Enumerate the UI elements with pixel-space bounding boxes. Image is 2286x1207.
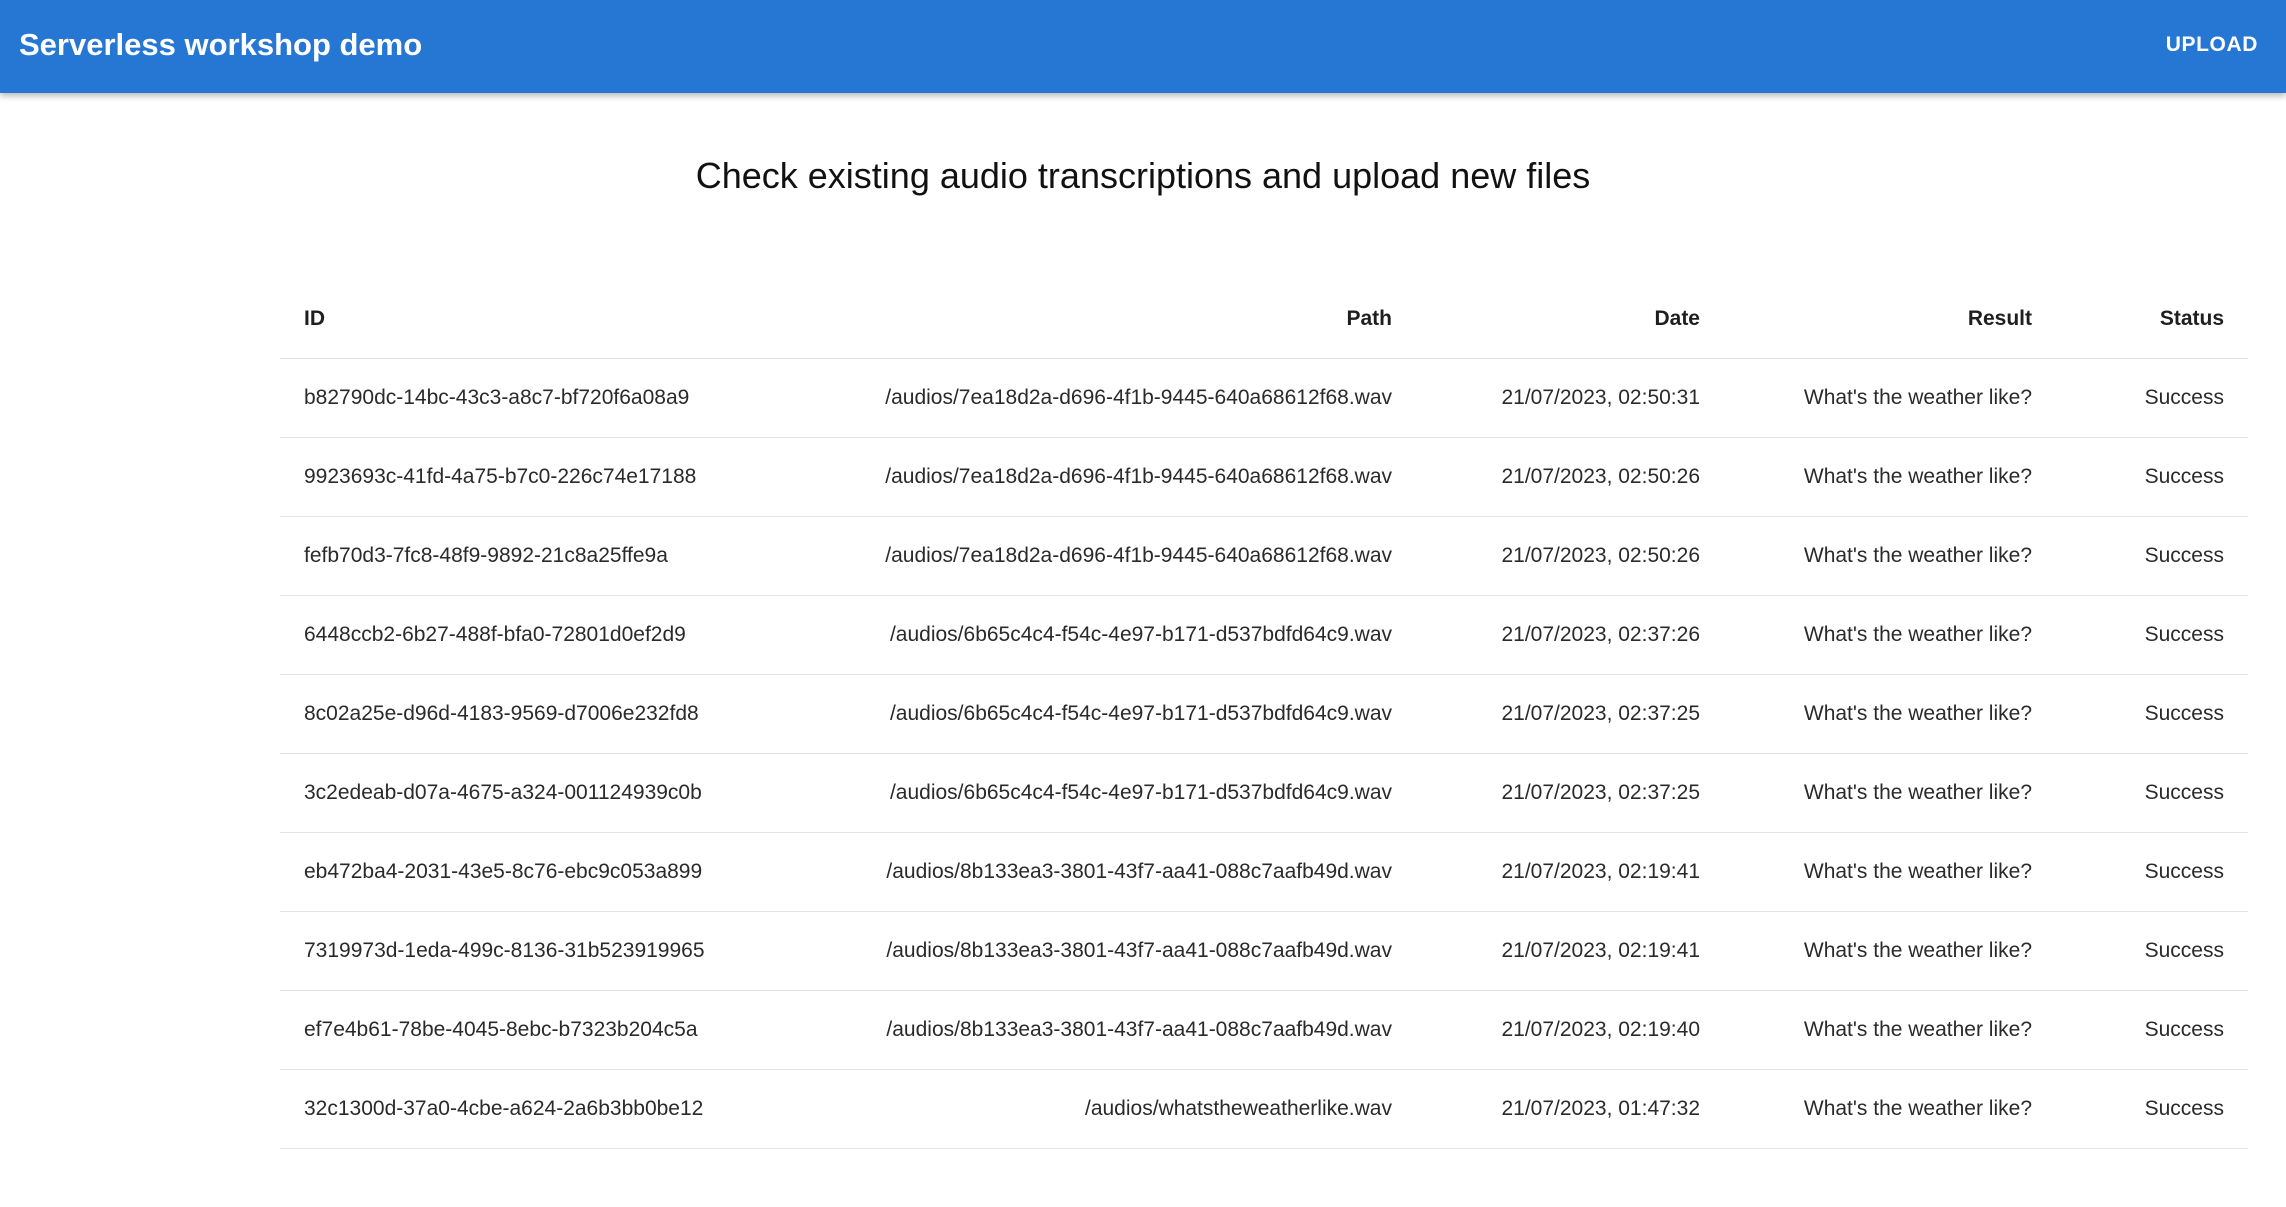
cell-date: 21/07/2023, 02:37:25 [1416, 674, 1724, 754]
cell-id: ef7e4b61-78be-4045-8ebc-b7323b204c5a [280, 990, 778, 1070]
cell-path: /audios/7ea18d2a-d696-4f1b-9445-640a6861… [778, 358, 1416, 438]
cell-id: 9923693c-41fd-4a75-b7c0-226c74e17188 [280, 437, 778, 517]
app-title: Serverless workshop demo [19, 27, 423, 62]
cell-status: Success [2056, 753, 2248, 833]
column-header-result: Result [1724, 280, 2056, 359]
cell-path: /audios/whatstheweatherlike.wav [778, 1069, 1416, 1149]
cell-path: /audios/8b133ea3-3801-43f7-aa41-088c7aaf… [778, 832, 1416, 912]
upload-button[interactable]: UPLOAD [2166, 24, 2258, 66]
cell-date: 21/07/2023, 02:50:26 [1416, 437, 1724, 517]
app-bar: Serverless workshop demo UPLOAD [0, 0, 2286, 93]
cell-result: What's the weather like? [1724, 595, 2056, 675]
cell-status: Success [2056, 911, 2248, 991]
table-row: 6448ccb2-6b27-488f-bfa0-72801d0ef2d9 /au… [280, 595, 2248, 675]
cell-date: 21/07/2023, 02:37:26 [1416, 595, 1724, 675]
table-row: 9923693c-41fd-4a75-b7c0-226c74e17188 /au… [280, 437, 2248, 517]
cell-id: 7319973d-1eda-499c-8136-31b523919965 [280, 911, 778, 991]
column-header-status: Status [2056, 280, 2248, 359]
cell-id: 32c1300d-37a0-4cbe-a624-2a6b3bb0be12 [280, 1069, 778, 1149]
cell-date: 21/07/2023, 02:37:25 [1416, 753, 1724, 833]
table-row: b82790dc-14bc-43c3-a8c7-bf720f6a08a9 /au… [280, 358, 2248, 438]
cell-path: /audios/6b65c4c4-f54c-4e97-b171-d537bdfd… [778, 674, 1416, 754]
cell-status: Success [2056, 516, 2248, 596]
column-header-path: Path [778, 280, 1416, 359]
column-header-id: ID [280, 280, 778, 359]
cell-result: What's the weather like? [1724, 516, 2056, 596]
cell-result: What's the weather like? [1724, 358, 2056, 438]
cell-result: What's the weather like? [1724, 832, 2056, 912]
cell-status: Success [2056, 358, 2248, 438]
cell-path: /audios/7ea18d2a-d696-4f1b-9445-640a6861… [778, 516, 1416, 596]
table-body: b82790dc-14bc-43c3-a8c7-bf720f6a08a9 /au… [280, 358, 2248, 1149]
cell-path: /audios/8b133ea3-3801-43f7-aa41-088c7aaf… [778, 911, 1416, 991]
cell-id: 6448ccb2-6b27-488f-bfa0-72801d0ef2d9 [280, 595, 778, 675]
cell-date: 21/07/2023, 02:19:40 [1416, 990, 1724, 1070]
table-header: ID Path Date Result Status [280, 280, 2248, 359]
table-row: 32c1300d-37a0-4cbe-a624-2a6b3bb0be12 /au… [280, 1069, 2248, 1149]
cell-path: /audios/7ea18d2a-d696-4f1b-9445-640a6861… [778, 437, 1416, 517]
cell-id: eb472ba4-2031-43e5-8c76-ebc9c053a899 [280, 832, 778, 912]
cell-status: Success [2056, 990, 2248, 1070]
page-heading: Check existing audio transcriptions and … [695, 155, 1591, 196]
table-row: 7319973d-1eda-499c-8136-31b523919965 /au… [280, 911, 2248, 991]
cell-status: Success [2056, 832, 2248, 912]
cell-id: fefb70d3-7fc8-48f9-9892-21c8a25ffe9a [280, 516, 778, 596]
transcriptions-table: ID Path Date Result Status b82790dc-14bc… [280, 280, 2248, 1149]
table-row: eb472ba4-2031-43e5-8c76-ebc9c053a899 /au… [280, 832, 2248, 912]
cell-result: What's the weather like? [1724, 1069, 2056, 1149]
cell-date: 21/07/2023, 02:19:41 [1416, 832, 1724, 912]
table-row: 8c02a25e-d96d-4183-9569-d7006e232fd8 /au… [280, 674, 2248, 754]
cell-date: 21/07/2023, 02:50:31 [1416, 358, 1724, 438]
table-row: ef7e4b61-78be-4045-8ebc-b7323b204c5a /au… [280, 990, 2248, 1070]
cell-date: 21/07/2023, 02:50:26 [1416, 516, 1724, 596]
cell-path: /audios/8b133ea3-3801-43f7-aa41-088c7aaf… [778, 990, 1416, 1070]
cell-status: Success [2056, 1069, 2248, 1149]
cell-status: Success [2056, 437, 2248, 517]
cell-path: /audios/6b65c4c4-f54c-4e97-b171-d537bdfd… [778, 753, 1416, 833]
cell-id: 8c02a25e-d96d-4183-9569-d7006e232fd8 [280, 674, 778, 754]
transcriptions-table-container: ID Path Date Result Status b82790dc-14bc… [280, 280, 2248, 1149]
cell-date: 21/07/2023, 02:19:41 [1416, 911, 1724, 991]
table-row: fefb70d3-7fc8-48f9-9892-21c8a25ffe9a /au… [280, 516, 2248, 596]
cell-path: /audios/6b65c4c4-f54c-4e97-b171-d537bdfd… [778, 595, 1416, 675]
cell-date: 21/07/2023, 01:47:32 [1416, 1069, 1724, 1149]
cell-result: What's the weather like? [1724, 437, 2056, 517]
table-header-row: ID Path Date Result Status [280, 280, 2248, 359]
cell-status: Success [2056, 595, 2248, 675]
cell-result: What's the weather like? [1724, 674, 2056, 754]
table-row: 3c2edeab-d07a-4675-a324-001124939c0b /au… [280, 753, 2248, 833]
cell-result: What's the weather like? [1724, 753, 2056, 833]
cell-status: Success [2056, 674, 2248, 754]
cell-result: What's the weather like? [1724, 990, 2056, 1070]
column-header-date: Date [1416, 280, 1724, 359]
cell-result: What's the weather like? [1724, 911, 2056, 991]
cell-id: 3c2edeab-d07a-4675-a324-001124939c0b [280, 753, 778, 833]
cell-id: b82790dc-14bc-43c3-a8c7-bf720f6a08a9 [280, 358, 778, 438]
